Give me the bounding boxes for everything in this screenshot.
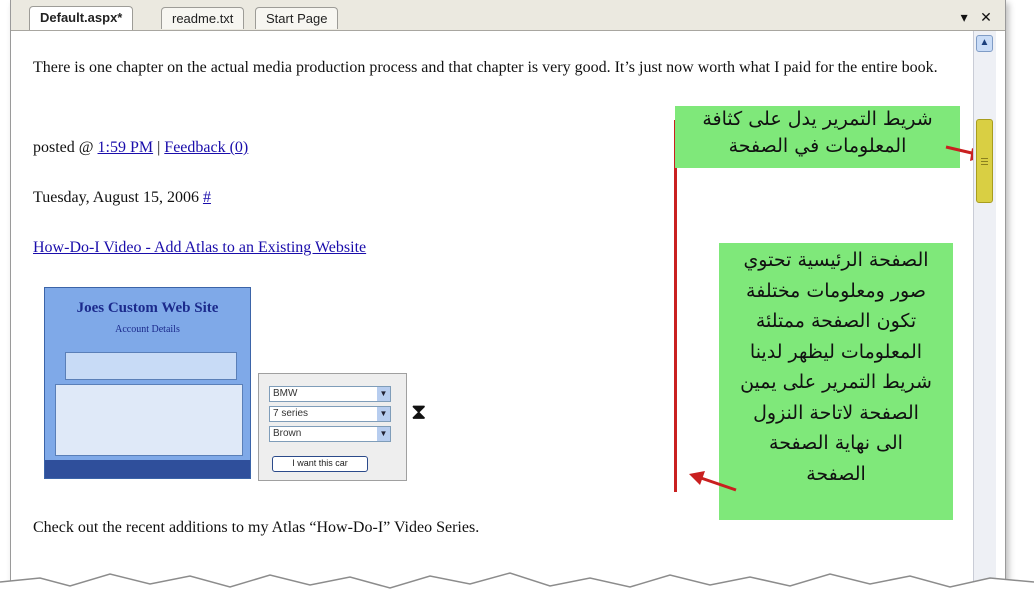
- annotation-arrows: [689, 145, 986, 492]
- editor-window: Default.aspx* readme.txt Start Page ▾ ✕ …: [10, 0, 1006, 592]
- arrow-to-line: [689, 471, 737, 492]
- torn-edge: [0, 572, 1034, 600]
- vertical-scrollbar[interactable]: ▲: [973, 31, 996, 592]
- scroll-thumb[interactable]: [976, 119, 993, 203]
- scroll-up-arrow-icon[interactable]: ▲: [976, 35, 993, 52]
